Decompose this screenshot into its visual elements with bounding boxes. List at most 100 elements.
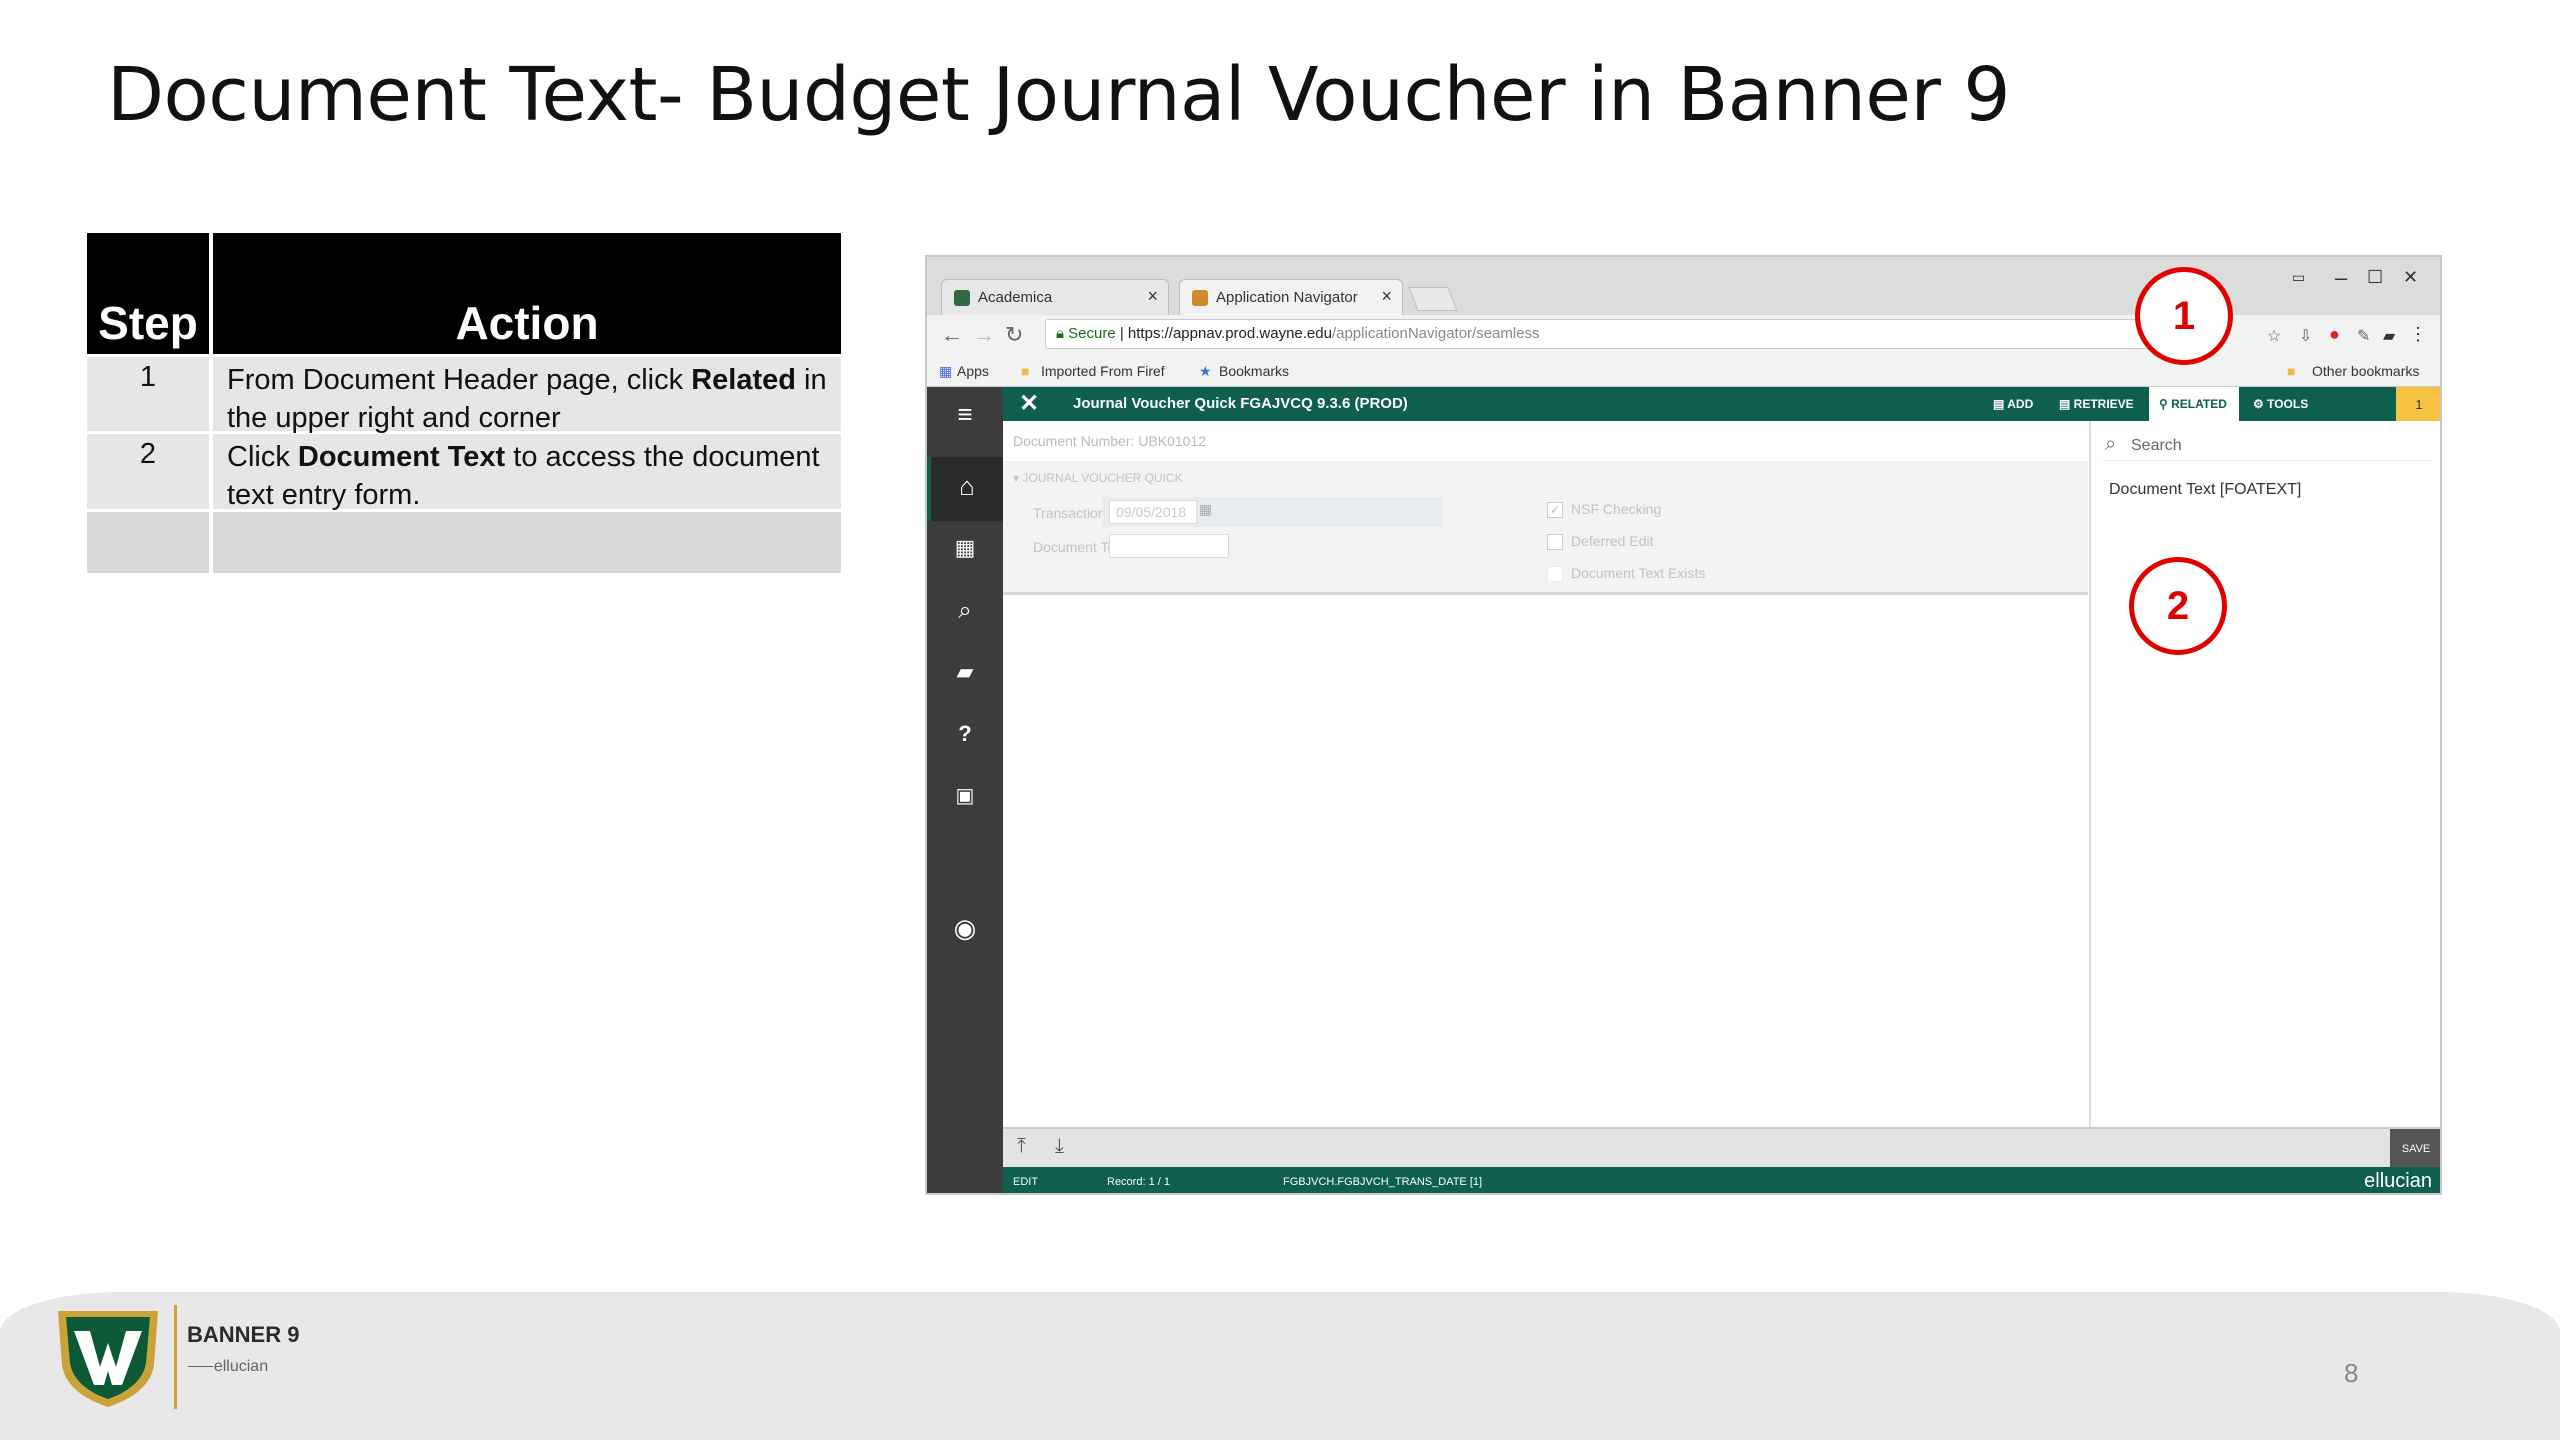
logo-subtitle-text: ellucian: [213, 1358, 269, 1375]
document-number: Document Number: UBK01012: [1013, 433, 1206, 449]
folder-icon[interactable]: ▰: [927, 659, 1003, 685]
content-area: Document Number: UBK01012 ▾ JOURNAL VOUC…: [1003, 421, 2440, 1127]
logo-subtitle: ⸺ellucian: [187, 1358, 269, 1375]
checkbox-checked: ✓: [1547, 502, 1563, 519]
table-row-empty: [87, 509, 841, 573]
tab-application-navigator[interactable]: Application Navigator ×: [1179, 279, 1403, 315]
adblock-icon[interactable]: ●: [2329, 324, 2340, 345]
browser-screenshot: Academica × Application Navigator × ▭ – …: [925, 255, 2442, 1195]
nsf-checkbox[interactable]: ✓ NSF Checking: [1547, 501, 1662, 519]
action-text: Click: [227, 441, 298, 473]
bookmark-other[interactable]: Other bookmarks: [2312, 363, 2419, 379]
status-bar: EDIT Record: 1 / 1 FGBJVCH.FGBJVCH_TRANS…: [1003, 1167, 2440, 1193]
back-icon[interactable]: ←: [941, 322, 963, 348]
help-icon[interactable]: ?: [927, 721, 1003, 747]
retrieve-button[interactable]: ▤ RETRIEVE: [2059, 387, 2134, 421]
table-row: 1 From Document Header page, click Relat…: [87, 354, 841, 434]
close-icon[interactable]: ✕: [1019, 389, 1039, 418]
close-icon[interactable]: ×: [1147, 286, 1158, 307]
footer-toolbar: ⤒ ⤓ SAVE: [1003, 1127, 2440, 1169]
search-icon: ⌕: [2105, 433, 2117, 455]
printer-icon[interactable]: ▰: [2383, 326, 2395, 346]
maximize-button[interactable]: ☐: [2367, 267, 2383, 288]
related-search-input[interactable]: ⌕ Search: [2101, 431, 2431, 461]
logo-title: BANNER 9: [187, 1322, 300, 1347]
document-number-label: Document Number:: [1013, 433, 1135, 449]
grid-icon[interactable]: ▦: [927, 535, 1003, 561]
bookmark-imported[interactable]: Imported From Firef: [1041, 363, 1165, 379]
extension-icon[interactable]: ✎: [2357, 326, 2370, 346]
related-button[interactable]: ⚲ RELATED: [2149, 387, 2239, 421]
doc-text-exists-label: Document Text Exists: [1571, 565, 1706, 581]
bookmark-apps[interactable]: Apps: [957, 363, 989, 379]
notification-badge[interactable]: 1: [2396, 387, 2440, 421]
step-action: From Document Header page, click Related…: [213, 357, 841, 434]
url-field[interactable]: 🔒︎ Secure | https://appnav.prod.wayne.ed…: [1045, 319, 2185, 349]
menu-icon[interactable]: ⋮: [2409, 324, 2427, 345]
forward-icon[interactable]: →: [973, 322, 995, 348]
doc-text-exists-checkbox: Document Text Exists: [1547, 565, 1706, 583]
add-icon: ▤: [1993, 397, 2008, 411]
close-icon[interactable]: ×: [1381, 286, 1392, 307]
page-title: Journal Voucher Quick FGAJVCQ 9.3.6 (PRO…: [1073, 395, 1408, 412]
deferred-edit-checkbox[interactable]: Deferred Edit: [1547, 533, 1654, 551]
step-table: Step Action 1 From Document Header page,…: [87, 233, 841, 573]
star-icon: ★: [1199, 363, 1212, 379]
star-icon[interactable]: ☆: [2267, 326, 2281, 346]
banner-page-header: ✕ Journal Voucher Quick FGAJVCQ 9.3.6 (P…: [1003, 387, 2440, 421]
last-record-icon[interactable]: ⤓: [1055, 1135, 1064, 1158]
hamburger-menu-icon[interactable]: ≡: [927, 399, 1003, 430]
step-action-empty: [213, 512, 841, 573]
secure-label: Secure: [1068, 325, 1116, 342]
document-total-label: Document Total: [1033, 539, 1131, 555]
lock-icon[interactable]: ▣: [927, 783, 1003, 808]
ellucian-brand: ellucian: [2364, 1170, 2432, 1192]
tab-label: Academica: [978, 289, 1053, 306]
minimize-button[interactable]: –: [2335, 265, 2347, 291]
app-navigator-icon: [1192, 290, 1208, 306]
document-total-field[interactable]: [1109, 534, 1229, 558]
section-title: ▾ JOURNAL VOUCHER QUICK: [1013, 471, 1183, 485]
reload-icon[interactable]: ↻: [1005, 322, 1023, 348]
tab-label: Application Navigator: [1216, 289, 1358, 306]
folder-icon: ■: [2287, 363, 2296, 379]
action-text: From Document Header page, click: [227, 364, 692, 396]
step-number: 1: [87, 357, 213, 431]
new-tab-button[interactable]: [1408, 287, 1458, 311]
user-profile-icon[interactable]: ▭: [2292, 269, 2305, 286]
home-icon[interactable]: ⌂: [927, 457, 1003, 521]
status-record: Record: 1 / 1: [1107, 1176, 1170, 1188]
document-number-value: UBK01012: [1138, 433, 1206, 449]
section-title-text: JOURNAL VOUCHER QUICK: [1022, 471, 1183, 485]
wayne-state-logo: [58, 1311, 158, 1407]
document-text-link[interactable]: Document Text [FOATEXT]: [2109, 481, 2301, 499]
first-record-icon[interactable]: ⤒: [1017, 1135, 1026, 1158]
callout-one: 1: [2135, 267, 2233, 365]
retrieve-label: RETRIEVE: [2073, 397, 2134, 411]
deferred-label: Deferred Edit: [1571, 533, 1654, 549]
transaction-date-field[interactable]: 09/05/2018: [1109, 500, 1197, 524]
add-label: ADD: [2007, 397, 2034, 411]
checkbox: [1547, 534, 1563, 551]
action-header: Action: [455, 297, 599, 349]
bookmark-bookmarks[interactable]: Bookmarks: [1219, 363, 1289, 379]
url-host: https://appnav.prod.wayne.edu: [1127, 325, 1332, 342]
callout-two: 2: [2129, 557, 2227, 655]
add-button[interactable]: ▤ ADD: [1993, 387, 2033, 421]
tools-button[interactable]: ⚙ TOOLS: [2253, 387, 2308, 421]
calendar-icon[interactable]: ▦: [1199, 501, 1212, 518]
slide-title: Document Text- Budget Journal Voucher in…: [107, 52, 2010, 138]
search-placeholder: Search: [2131, 437, 2182, 454]
folder-icon: ■: [1021, 363, 1030, 379]
tab-academica[interactable]: Academica ×: [941, 279, 1169, 315]
save-button[interactable]: SAVE: [2390, 1129, 2440, 1169]
footer-band: [0, 1292, 2560, 1440]
extension-icon[interactable]: ⇩: [2299, 326, 2312, 346]
nsf-label: NSF Checking: [1571, 501, 1662, 517]
academica-icon: [954, 290, 970, 306]
close-window-button[interactable]: ✕: [2403, 267, 2418, 288]
search-icon[interactable]: ⌕: [927, 597, 1003, 625]
table-header: Step Action: [87, 233, 841, 354]
url-path: /applicationNavigator/seamless: [1331, 325, 1540, 342]
user-icon[interactable]: ◉: [927, 913, 1003, 944]
